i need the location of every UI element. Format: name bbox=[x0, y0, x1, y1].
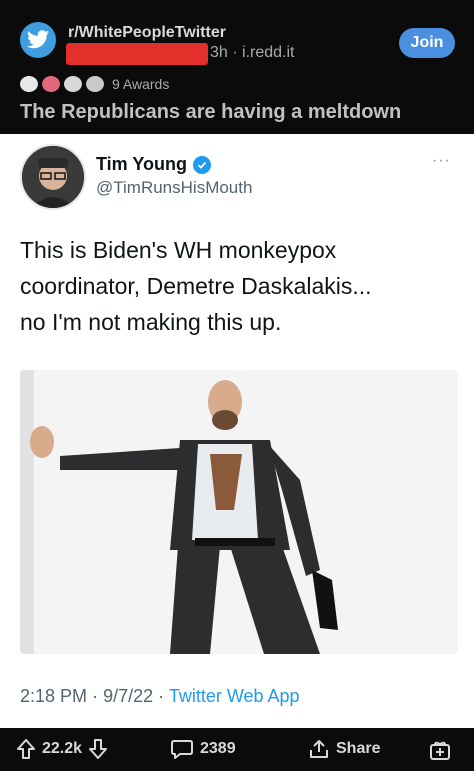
tweet-author-name[interactable]: Tim Young bbox=[96, 154, 212, 175]
tweet-time[interactable]: 2:18 PM bbox=[20, 686, 87, 706]
tweet-card[interactable]: Tim Young @TimRunsHisMouth ··· This is B… bbox=[0, 134, 474, 728]
award-icon bbox=[42, 76, 60, 92]
subreddit-avatar[interactable] bbox=[20, 22, 56, 58]
author-name-text: Tim Young bbox=[96, 154, 188, 174]
tweet-footer: 2:18 PM · 9/7/22 · Twitter Web App bbox=[20, 686, 300, 707]
awards-count: 9 Awards bbox=[112, 76, 170, 92]
award-icon bbox=[20, 76, 38, 92]
redacted-username bbox=[66, 43, 208, 65]
post-meta: 3h · i.redd.it bbox=[210, 44, 295, 62]
add-award-icon bbox=[430, 741, 450, 760]
more-dots-icon[interactable]: ··· bbox=[432, 152, 451, 170]
comment-bubble-icon bbox=[171, 740, 193, 759]
tweet-source-app[interactable]: Twitter Web App bbox=[169, 686, 300, 706]
twitter-bird-icon bbox=[27, 30, 49, 49]
downvote-arrow-icon[interactable] bbox=[88, 738, 108, 760]
award-icon bbox=[86, 76, 104, 92]
upvote-count: 22.2k bbox=[42, 740, 83, 757]
share-icon bbox=[310, 740, 328, 758]
comments-button[interactable]: 2389 bbox=[170, 738, 236, 760]
post-domain[interactable]: i.redd.it bbox=[242, 44, 294, 61]
share-button[interactable]: Share bbox=[308, 738, 380, 760]
post-time: 3h bbox=[210, 44, 228, 61]
avatar-image bbox=[22, 146, 84, 208]
post-title[interactable]: The Republicans are having a meltdown bbox=[20, 101, 401, 124]
tweet-author-avatar[interactable] bbox=[20, 144, 86, 210]
verified-badge-icon bbox=[193, 155, 212, 174]
tweet-author-handle[interactable]: @TimRunsHisMouth bbox=[96, 178, 252, 198]
upvote-arrow-icon[interactable] bbox=[16, 738, 36, 760]
tweet-photo[interactable] bbox=[20, 370, 458, 654]
add-award-button[interactable] bbox=[428, 738, 452, 762]
awards-row[interactable]: 9 Awards bbox=[20, 74, 169, 94]
footer-separator: · bbox=[158, 686, 165, 706]
tweet-text: This is Biden's WH monkeypox coordinator… bbox=[20, 237, 372, 335]
meta-separator: · bbox=[232, 44, 238, 61]
footer-separator: · bbox=[92, 686, 99, 706]
join-button[interactable]: Join bbox=[399, 28, 455, 58]
vote-group: 22.2k bbox=[16, 738, 108, 760]
comment-count: 2389 bbox=[200, 740, 236, 757]
award-icon bbox=[64, 76, 82, 92]
post-header: r/WhitePeopleTwitter 3h · i.redd.it Join… bbox=[0, 0, 474, 134]
share-label: Share bbox=[336, 740, 381, 757]
photo-image bbox=[20, 370, 458, 654]
tweet-date[interactable]: 9/7/22 bbox=[103, 686, 153, 706]
subreddit-name[interactable]: r/WhitePeopleTwitter bbox=[68, 24, 226, 42]
post-action-bar: 22.2k 2389 Share bbox=[0, 728, 474, 771]
